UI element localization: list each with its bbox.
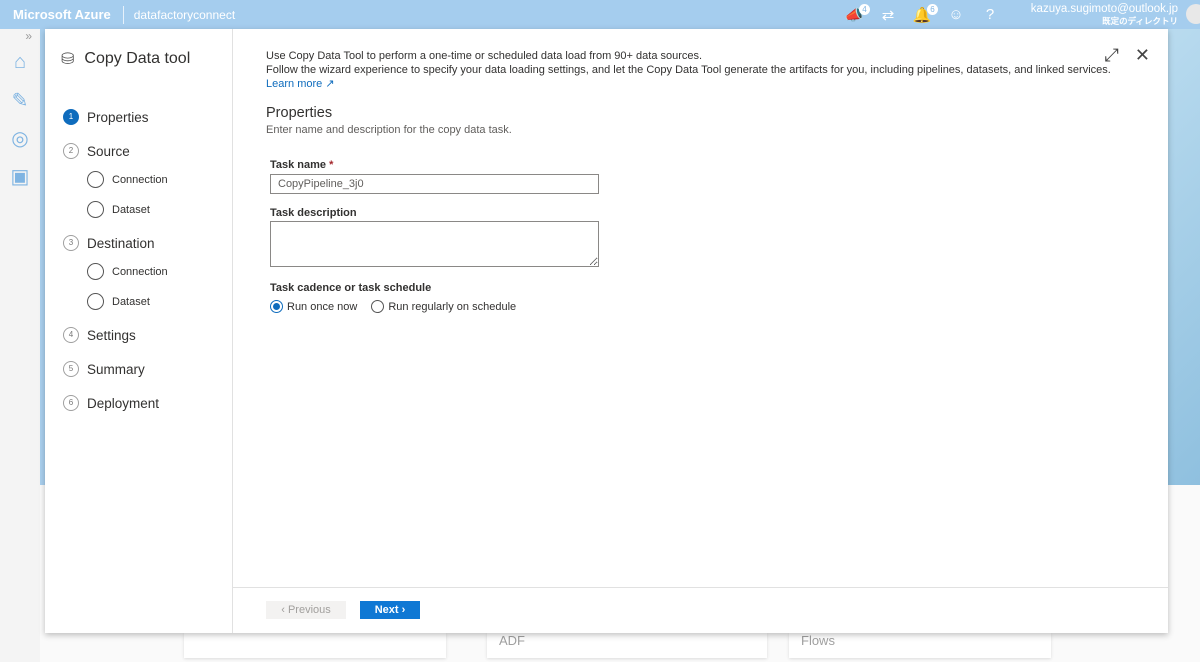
step-summary[interactable]: 5 Summary (63, 361, 145, 377)
task-description-input[interactable] (270, 221, 599, 267)
step-deployment[interactable]: 6 Deployment (63, 395, 159, 411)
substep-label: Connection (112, 173, 168, 186)
wizard-footer: ‹ Previous Next › (233, 587, 1168, 633)
step-number: 4 (63, 327, 79, 343)
user-email: kazuya.sugimoto@outlook.jp (1030, 3, 1178, 15)
monitor-icon[interactable]: ◎ (0, 119, 40, 157)
learn-more-link[interactable]: Learn more (266, 78, 322, 90)
home-icon[interactable]: ⌂ (0, 43, 40, 81)
substep-source-dataset[interactable]: Dataset (87, 201, 150, 218)
task-name-label: Task name (270, 159, 327, 171)
expand-rail-button[interactable]: » (0, 29, 40, 43)
step-label: Destination (87, 235, 155, 251)
top-bar: Microsoft Azure datafactoryconnect 📣 4 ⇄ … (0, 0, 1200, 29)
step-label: Settings (87, 327, 136, 343)
directory-switch-icon[interactable]: ⇄ (878, 6, 898, 24)
substep-circle-icon (87, 201, 104, 218)
author-pencil-icon[interactable]: ✎ (0, 81, 40, 119)
external-link-icon[interactable]: ↗ (325, 78, 334, 90)
step-label: Summary (87, 361, 145, 377)
avatar[interactable] (1186, 4, 1200, 24)
close-icon[interactable]: ✕ (1135, 45, 1150, 66)
section-heading: Properties (266, 105, 333, 121)
substep-label: Connection (112, 265, 168, 278)
copy-data-tool-panel: ⛁ Copy Data tool 1 Properties 2 Source Conn… (45, 29, 1168, 633)
section-subheading: Enter name and description for the copy … (266, 124, 512, 136)
step-destination[interactable]: 3 Destination (63, 235, 155, 251)
smiley-feedback-icon[interactable]: ☺ (946, 6, 966, 23)
background-card: ADF (487, 633, 767, 658)
factory-name[interactable]: datafactoryconnect (124, 8, 235, 22)
substep-circle-icon (87, 293, 104, 310)
step-properties[interactable]: 1 Properties (63, 109, 149, 125)
radio-label: Run once now (287, 300, 358, 313)
substep-circle-icon (87, 171, 104, 188)
maximize-icon[interactable]: ⤢ (1105, 45, 1119, 66)
background-card (184, 633, 446, 658)
step-label: Properties (87, 109, 149, 125)
feedback-icon[interactable]: 📣 4 (844, 3, 870, 24)
radio-selected-icon (270, 300, 283, 313)
step-number: 1 (63, 109, 79, 125)
notification-icon[interactable]: 🔔 6 (912, 3, 938, 24)
task-name-input[interactable] (270, 174, 599, 194)
substep-label: Dataset (112, 295, 150, 308)
substep-label: Dataset (112, 203, 150, 216)
background-card: Flows (789, 633, 1051, 658)
manage-toolbox-icon[interactable]: ▣ (0, 157, 40, 195)
substep-destination-connection[interactable]: Connection (87, 263, 168, 280)
user-directory: 既定のディレクトリ (1102, 16, 1178, 26)
cadence-label: Task cadence or task schedule (270, 282, 432, 294)
substep-source-connection[interactable]: Connection (87, 171, 168, 188)
required-marker: * (329, 159, 334, 171)
step-number: 6 (63, 395, 79, 411)
step-number: 3 (63, 235, 79, 251)
step-number: 2 (63, 143, 79, 159)
step-label: Deployment (87, 395, 160, 411)
wizard-steps: ⛁ Copy Data tool 1 Properties 2 Source Conn… (45, 29, 233, 633)
radio-label: Run regularly on schedule (388, 300, 517, 313)
radio-run-schedule[interactable]: Run regularly on schedule (371, 300, 516, 313)
left-rail: » ⌂ ✎ ◎ ▣ (0, 29, 40, 662)
step-number: 5 (63, 361, 79, 377)
step-source[interactable]: 2 Source (63, 143, 130, 159)
feedback-badge: 4 (859, 3, 870, 15)
step-settings[interactable]: 4 Settings (63, 327, 136, 343)
notification-badge: 6 (927, 3, 938, 15)
radio-empty-icon (371, 300, 385, 313)
substep-destination-dataset[interactable]: Dataset (87, 293, 150, 310)
brand[interactable]: Microsoft Azure (0, 5, 124, 24)
radio-run-once[interactable]: Run once now (270, 300, 357, 313)
previous-button[interactable]: ‹ Previous (266, 601, 346, 619)
task-description-label: Task description (270, 207, 357, 219)
substep-circle-icon (87, 263, 104, 280)
intro-line-2: Follow the wizard experience to specify … (266, 64, 1111, 76)
next-button[interactable]: Next › (360, 601, 420, 619)
panel-title: Copy Data tool (84, 50, 191, 67)
database-icon: ⛁ (61, 51, 75, 68)
properties-content: Use Copy Data Tool to perform a one-time… (233, 29, 1168, 587)
background-image (1168, 29, 1200, 485)
step-label: Source (87, 143, 130, 159)
intro-line-1: Use Copy Data Tool to perform a one-time… (266, 50, 703, 62)
user-account[interactable]: kazuya.sugimoto@outlook.jp 既定のディレクトリ (1031, 3, 1178, 27)
help-icon[interactable]: ? (980, 6, 1000, 23)
